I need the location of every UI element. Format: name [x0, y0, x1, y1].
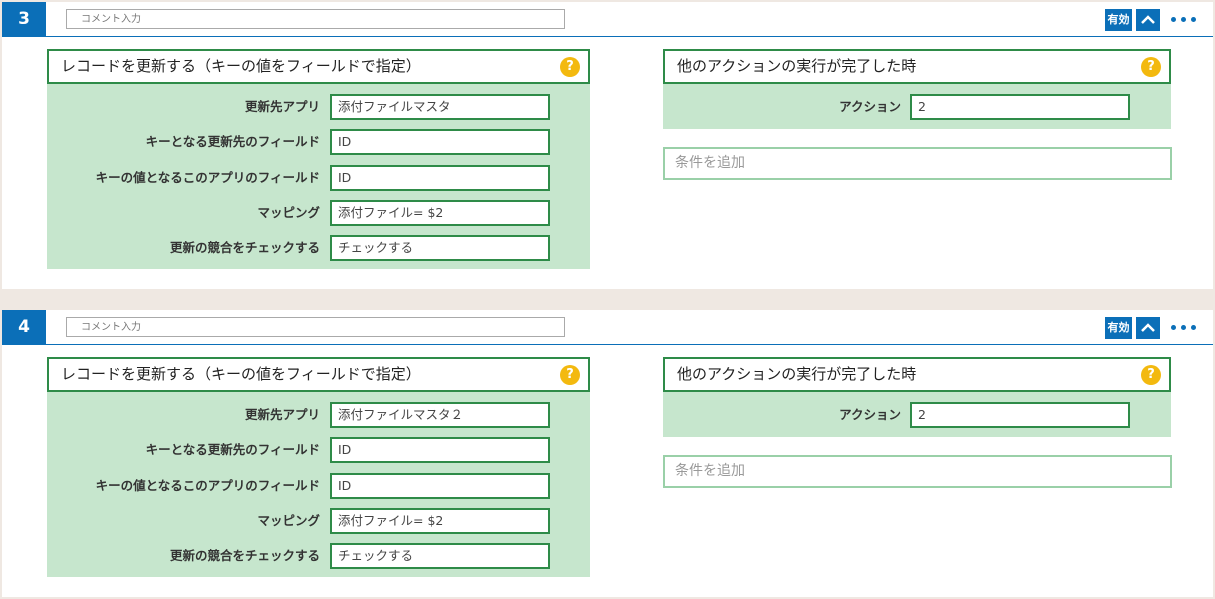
- field-label: キーとなる更新先のフィールド: [145, 442, 320, 457]
- field-row: マッピング 添付ファイル= $2: [47, 200, 590, 226]
- field-label: 更新先アプリ: [244, 407, 320, 422]
- field-value[interactable]: チェックする: [330, 543, 550, 569]
- field-value[interactable]: 添付ファイルマスタ: [330, 94, 550, 120]
- field-row: キーとなる更新先のフィールド ID: [47, 129, 590, 155]
- field-row: 更新の競合をチェックする チェックする: [47, 235, 590, 261]
- condition-title: 他のアクションの実行が完了した時 ?: [663, 49, 1171, 84]
- field-value[interactable]: チェックする: [330, 235, 550, 261]
- action-title-text: レコードを更新する（キーの値をフィールドで指定）: [61, 365, 421, 383]
- action-panel: レコードを更新する（キーの値をフィールドで指定） ? 更新先アプリ 添付ファイル…: [47, 357, 590, 577]
- enabled-toggle[interactable]: 有効: [1105, 9, 1132, 31]
- field-row: キーとなる更新先のフィールド ID: [47, 437, 590, 463]
- condition-label: アクション: [839, 99, 901, 114]
- condition-label: アクション: [839, 407, 901, 422]
- chevron-up-icon: [1141, 323, 1155, 332]
- help-icon[interactable]: ?: [560, 365, 580, 385]
- field-label: 更新先アプリ: [244, 99, 320, 114]
- card-number: 3: [2, 2, 46, 37]
- more-dots-icon: [1181, 325, 1186, 330]
- field-row: 更新先アプリ 添付ファイルマスタ: [47, 94, 590, 120]
- condition-panel: 他のアクションの実行が完了した時 ? アクション 2: [663, 49, 1171, 129]
- more-menu-button[interactable]: [1170, 318, 1200, 338]
- field-label: マッピング: [257, 205, 320, 220]
- enabled-toggle[interactable]: 有効: [1105, 317, 1132, 339]
- more-dots-icon: [1171, 17, 1176, 22]
- field-label: 更新の競合をチェックする: [169, 240, 320, 255]
- field-value[interactable]: 添付ファイル= $2: [330, 508, 550, 534]
- card-header: 3 有効: [2, 2, 1213, 37]
- chevron-up-icon: [1141, 15, 1155, 24]
- action-card: 4 有効 レコードを更新する（キーの値をフィールドで指定） ? 更新先アプリ 添…: [2, 310, 1213, 597]
- condition-row: アクション 2: [663, 402, 1171, 428]
- action-title-text: レコードを更新する（キーの値をフィールドで指定）: [61, 57, 421, 75]
- card-header: 4 有効: [2, 310, 1213, 345]
- card-number: 4: [2, 310, 46, 345]
- action-card: 3 有効 レコードを更新する（キーの値をフィールドで指定） ? 更新先アプリ 添…: [2, 2, 1213, 289]
- field-value[interactable]: ID: [330, 437, 550, 463]
- collapse-button[interactable]: [1136, 317, 1160, 339]
- condition-title-text: 他のアクションの実行が完了した時: [677, 57, 917, 75]
- condition-row: アクション 2: [663, 94, 1171, 120]
- field-row: 更新の競合をチェックする チェックする: [47, 543, 590, 569]
- add-condition-button[interactable]: 条件を追加: [663, 147, 1172, 180]
- add-condition-button[interactable]: 条件を追加: [663, 455, 1172, 488]
- help-icon[interactable]: ?: [1141, 57, 1161, 77]
- condition-value[interactable]: 2: [910, 402, 1130, 428]
- field-label: マッピング: [257, 513, 320, 528]
- action-title: レコードを更新する（キーの値をフィールドで指定） ?: [47, 49, 590, 84]
- field-value[interactable]: ID: [330, 165, 550, 191]
- help-icon[interactable]: ?: [560, 57, 580, 77]
- condition-value[interactable]: 2: [910, 94, 1130, 120]
- help-icon[interactable]: ?: [1141, 365, 1161, 385]
- field-label: キーとなる更新先のフィールド: [145, 134, 320, 149]
- field-label: キーの値となるこのアプリのフィールド: [95, 478, 320, 493]
- field-row: マッピング 添付ファイル= $2: [47, 508, 590, 534]
- collapse-button[interactable]: [1136, 9, 1160, 31]
- more-dots-icon: [1171, 325, 1176, 330]
- comment-input[interactable]: [66, 9, 565, 29]
- action-title: レコードを更新する（キーの値をフィールドで指定） ?: [47, 357, 590, 392]
- field-value[interactable]: ID: [330, 129, 550, 155]
- condition-title: 他のアクションの実行が完了した時 ?: [663, 357, 1171, 392]
- field-label: 更新の競合をチェックする: [169, 548, 320, 563]
- more-menu-button[interactable]: [1170, 10, 1200, 30]
- field-label: キーの値となるこのアプリのフィールド: [95, 170, 320, 185]
- field-value[interactable]: 添付ファイル= $2: [330, 200, 550, 226]
- field-value[interactable]: 添付ファイルマスタ２: [330, 402, 550, 428]
- field-row: キーの値となるこのアプリのフィールド ID: [47, 473, 590, 499]
- field-row: 更新先アプリ 添付ファイルマスタ２: [47, 402, 590, 428]
- field-value[interactable]: ID: [330, 473, 550, 499]
- field-row: キーの値となるこのアプリのフィールド ID: [47, 165, 590, 191]
- condition-title-text: 他のアクションの実行が完了した時: [677, 365, 917, 383]
- more-dots-icon: [1191, 17, 1196, 22]
- more-dots-icon: [1191, 325, 1196, 330]
- action-panel: レコードを更新する（キーの値をフィールドで指定） ? 更新先アプリ 添付ファイル…: [47, 49, 590, 269]
- condition-panel: 他のアクションの実行が完了した時 ? アクション 2: [663, 357, 1171, 437]
- comment-input[interactable]: [66, 317, 565, 337]
- more-dots-icon: [1181, 17, 1186, 22]
